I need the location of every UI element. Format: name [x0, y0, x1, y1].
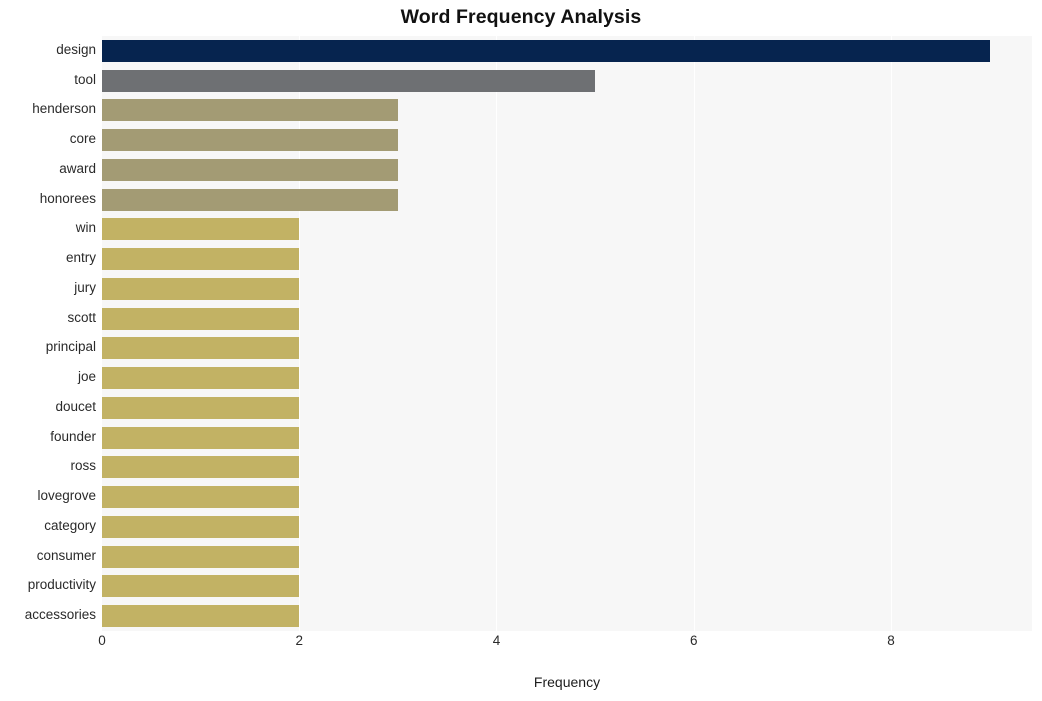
- y-tick-label-henderson: henderson: [32, 101, 96, 117]
- bar-entry: [102, 248, 300, 271]
- x-tick-label-0: 0: [98, 633, 106, 648]
- bar-ross: [102, 456, 300, 479]
- gridline-x-4: [496, 36, 498, 631]
- y-tick-label-principal: principal: [45, 339, 96, 355]
- y-tick-label-category: category: [44, 517, 96, 533]
- y-tick-label-tool: tool: [74, 71, 96, 87]
- bar-row: [102, 39, 1032, 62]
- bar-row: [102, 575, 1032, 598]
- bar-jury: [102, 277, 300, 300]
- bar-joe: [102, 367, 300, 390]
- bar-row: [102, 277, 1032, 300]
- gridline-x-8: [890, 36, 892, 631]
- y-tick-label-core: core: [69, 131, 96, 147]
- gridline-x-6: [693, 36, 695, 631]
- chart-title: Word Frequency Analysis: [400, 6, 642, 28]
- bar-row: [102, 158, 1032, 181]
- bar-tool: [102, 69, 596, 92]
- bar-henderson: [102, 99, 398, 122]
- bar-productivity: [102, 575, 300, 598]
- y-tick-label-award: award: [59, 160, 96, 176]
- bar-row: [102, 515, 1032, 538]
- y-tick-label-consumer: consumer: [36, 547, 96, 563]
- x-tick-label-6: 6: [689, 633, 698, 648]
- y-tick-label-accessories: accessories: [24, 607, 96, 623]
- y-tick-label-founder: founder: [50, 428, 96, 444]
- bar-row: [102, 307, 1032, 330]
- bar-row: [102, 99, 1032, 122]
- x-tick-label-8: 8: [887, 633, 895, 648]
- chart-figure: Word Frequency Analysis design tool hender…: [0, 0, 1042, 701]
- plot-area: [102, 36, 1032, 631]
- y-tick-label-ross: ross: [70, 458, 96, 474]
- x-tick-label-4: 4: [492, 633, 501, 648]
- x-axis-label: Frequency: [533, 674, 601, 690]
- bar-row: [102, 605, 1032, 628]
- y-tick-label-entry: entry: [65, 250, 96, 266]
- bar-row: [102, 367, 1032, 390]
- bar-row: [102, 129, 1032, 152]
- bar-scott: [102, 307, 300, 330]
- y-tick-label-productivity: productivity: [27, 577, 96, 593]
- y-tick-label-win: win: [75, 220, 96, 236]
- bar-row: [102, 248, 1032, 271]
- x-tick-label-2: 2: [295, 633, 303, 648]
- bar-row: [102, 396, 1032, 419]
- bar-founder: [102, 426, 300, 449]
- bar-award: [102, 158, 398, 181]
- bar-row: [102, 69, 1032, 92]
- bar-win: [102, 218, 300, 241]
- bar-core: [102, 129, 398, 152]
- y-tick-label-honorees: honorees: [39, 190, 96, 206]
- bar-row: [102, 218, 1032, 241]
- bar-row: [102, 426, 1032, 449]
- bar-accessories: [102, 605, 300, 628]
- y-tick-label-lovegrove: lovegrove: [37, 488, 96, 504]
- bar-consumer: [102, 545, 300, 568]
- bar-honorees: [102, 188, 398, 211]
- y-tick-label-design: design: [56, 41, 96, 57]
- bar-row: [102, 188, 1032, 211]
- bar-row: [102, 545, 1032, 568]
- gridline-x-2: [299, 36, 301, 631]
- x-axis-tick-labels: 0 2 4 6 8: [98, 633, 1032, 659]
- bar-row: [102, 486, 1032, 509]
- bar-row: [102, 337, 1032, 360]
- y-tick-label-jury: jury: [74, 279, 96, 295]
- y-tick-label-joe: joe: [77, 369, 96, 385]
- y-tick-label-doucet: doucet: [55, 398, 96, 414]
- bar-design: [102, 39, 990, 62]
- y-axis-tick-labels: design tool henderson core award honorees win e…: [0, 36, 96, 631]
- bar-doucet: [102, 396, 300, 419]
- bar-principal: [102, 337, 300, 360]
- y-tick-label-scott: scott: [67, 309, 96, 325]
- bar-lovegrove: [102, 486, 300, 509]
- bar-row: [102, 456, 1032, 479]
- bar-category: [102, 515, 300, 538]
